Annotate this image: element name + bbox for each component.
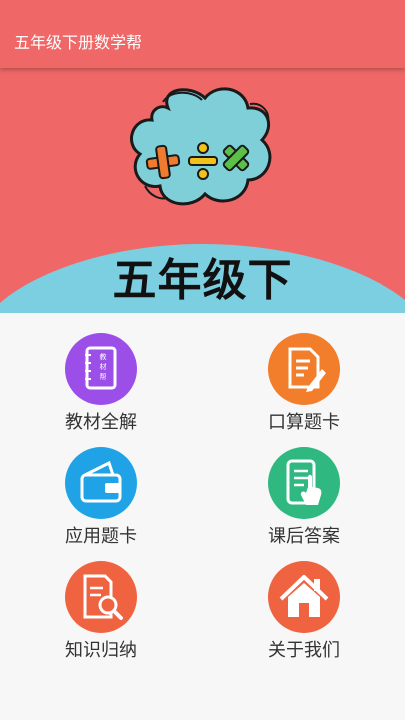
menu-item-oral-calc[interactable]: 口算题卡	[234, 333, 374, 441]
textbook-icon: 教 材 帮	[65, 333, 137, 405]
menu-item-knowledge[interactable]: 知识归纳	[31, 561, 171, 669]
grade-title: 五年级下	[112, 255, 293, 306]
menu-item-label: 课后答案	[268, 526, 340, 547]
home-icon	[268, 561, 340, 633]
app-title: 五年级下册数学帮	[14, 33, 143, 52]
menu-item-label: 知识归纳	[65, 640, 137, 661]
app-bar: 五年级下册数学帮	[0, 0, 405, 68]
menu-item-answers[interactable]: 课后答案	[234, 447, 374, 555]
document-edit-icon	[268, 333, 340, 405]
banner: 五年级下	[0, 68, 405, 313]
menu-item-label: 应用题卡	[65, 526, 137, 547]
menu-item-label: 口算题卡	[268, 412, 340, 433]
svg-text:帮: 帮	[100, 372, 107, 381]
document-search-icon	[65, 561, 137, 633]
wallet-icon	[65, 447, 137, 519]
menu-item-textbook[interactable]: 教 材 帮 教材全解	[31, 333, 171, 441]
menu-item-word-problems[interactable]: 应用题卡	[31, 447, 171, 555]
tablet-touch-icon	[268, 447, 340, 519]
menu-grid: 教 材 帮 教材全解 口算题卡 应用题卡 课后答案 知识归纳 关于我们	[0, 313, 405, 720]
menu-item-label: 教材全解	[65, 412, 137, 433]
svg-text:材: 材	[100, 362, 107, 371]
svg-text:教: 教	[100, 352, 107, 361]
menu-item-about[interactable]: 关于我们	[234, 561, 374, 669]
menu-item-label: 关于我们	[268, 640, 340, 661]
